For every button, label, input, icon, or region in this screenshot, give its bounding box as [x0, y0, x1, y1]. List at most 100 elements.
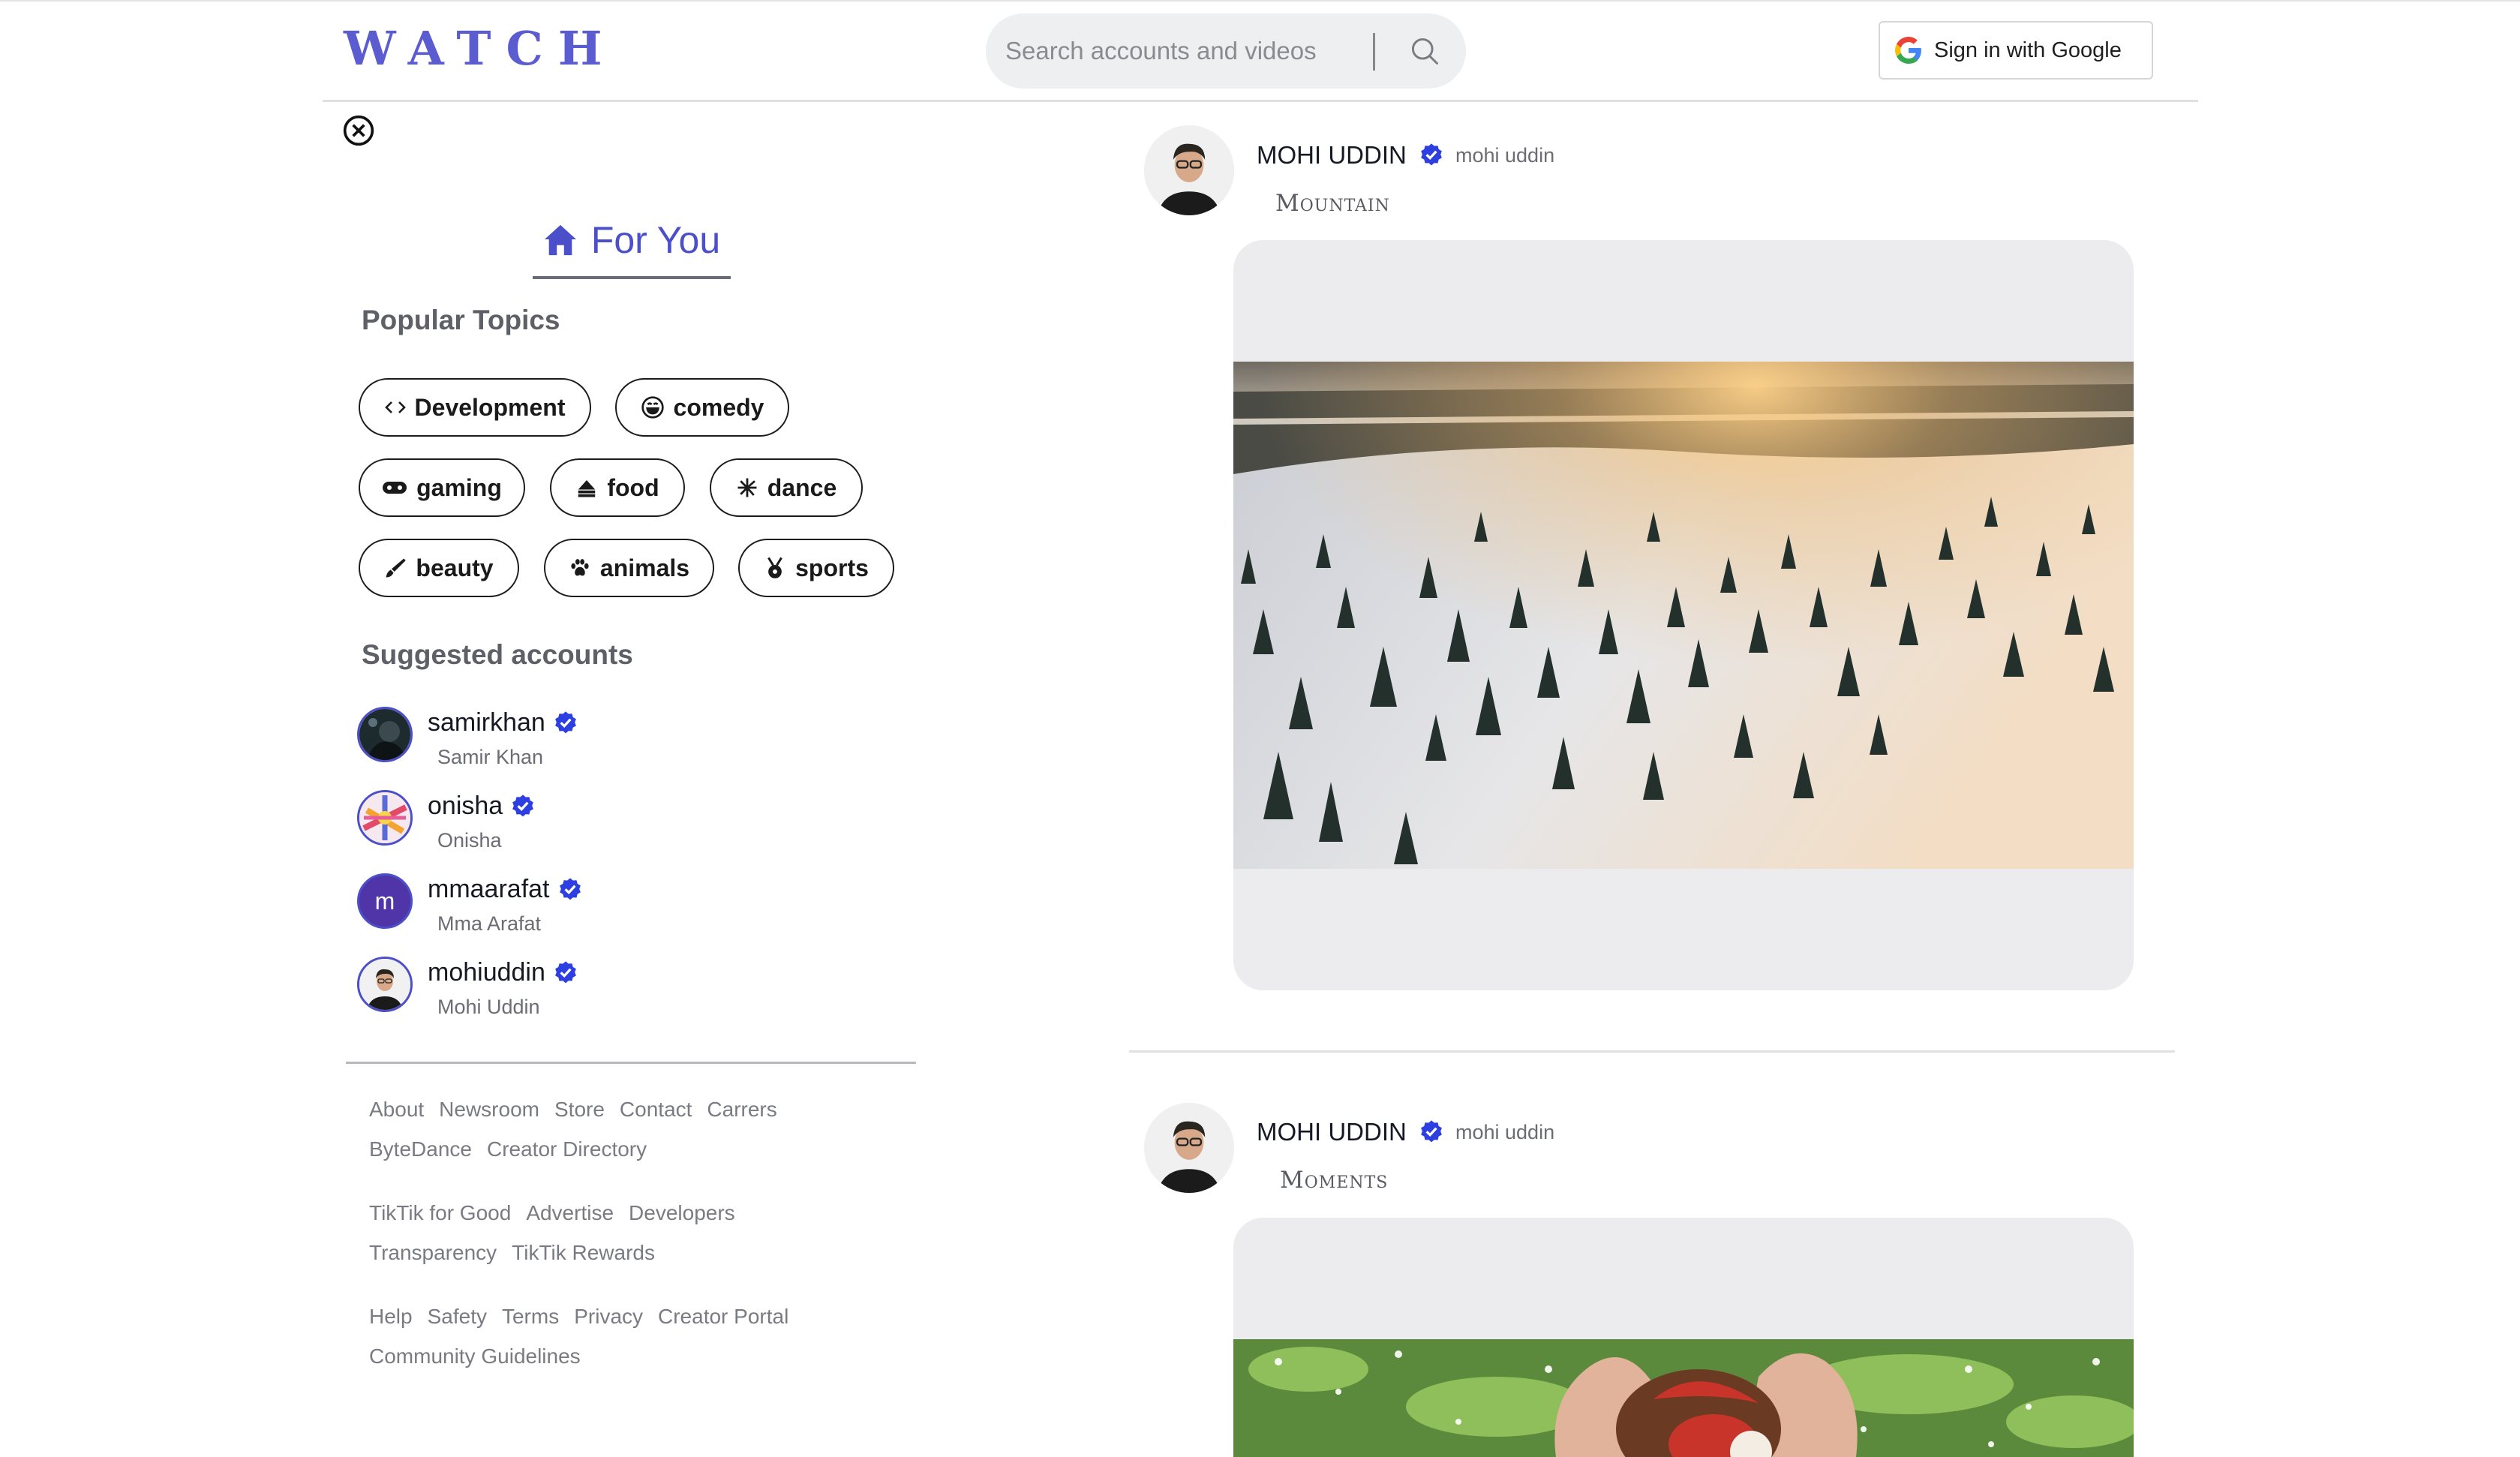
account-onisha[interactable]: onisha — [428, 792, 536, 821]
video-frame — [1233, 1339, 2134, 1457]
search-bar — [986, 14, 1466, 89]
paw-icon — [571, 559, 589, 576]
footer-links-row: TikTik for Good Advertise Developers — [369, 1201, 750, 1225]
account-samirkhan[interactable]: samirkhan — [428, 708, 578, 738]
footer-link-about[interactable]: About — [369, 1098, 424, 1121]
gamepad-icon — [383, 482, 407, 494]
footer-link-safety[interactable]: Safety — [428, 1305, 487, 1328]
footer-link-terms[interactable]: Terms — [502, 1305, 559, 1328]
verified-icon — [555, 960, 576, 983]
footer-link-advertise[interactable]: Advertise — [526, 1201, 614, 1224]
account-username: mohiuddin — [428, 958, 545, 987]
post-author-avatar[interactable] — [1144, 1103, 1234, 1193]
verified-icon — [559, 877, 581, 900]
for-you-active-indicator — [533, 276, 731, 279]
avatar-initial: m — [374, 888, 395, 915]
video-frame — [1233, 362, 2134, 869]
footer-link-newsroom[interactable]: Newsroom — [439, 1098, 539, 1121]
topic-dance[interactable]: dance — [710, 458, 863, 517]
post-divider — [1129, 1050, 2175, 1053]
footer-links-row: About Newsroom Store Contact Carrers — [369, 1098, 792, 1122]
account-mohiuddin[interactable]: mohiuddin — [428, 958, 578, 987]
footer-link-privacy[interactable]: Privacy — [574, 1305, 643, 1328]
avatar[interactable] — [357, 957, 413, 1012]
topic-label: sports — [795, 554, 869, 581]
google-signin-label: Sign in with Google — [1934, 38, 2122, 62]
search-icon — [1411, 38, 1438, 65]
code-icon — [384, 401, 406, 413]
post-author-avatar[interactable] — [1144, 125, 1234, 215]
nav-for-you[interactable]: For You — [533, 201, 731, 279]
search-button[interactable] — [1383, 14, 1466, 89]
footer-link-help[interactable]: Help — [369, 1305, 413, 1328]
topic-label: comedy — [673, 393, 764, 421]
footer-link-tiktik-for-good[interactable]: TikTik for Good — [369, 1201, 511, 1224]
footer-link-store[interactable]: Store — [554, 1098, 605, 1121]
post-author[interactable]: MOHI UDDIN — [1257, 1118, 1444, 1146]
account-display-name: Mohi Uddin — [437, 996, 540, 1018]
avatar[interactable] — [357, 707, 413, 762]
avatar[interactable]: m — [357, 873, 413, 929]
app-logo[interactable]: WATCH — [344, 21, 617, 76]
post-display-name: MOHI UDDIN — [1257, 141, 1407, 169]
account-display-name: Samir Khan — [437, 746, 544, 768]
verified-icon — [1420, 1120, 1442, 1143]
popular-topics-title: Popular Topics — [362, 305, 560, 335]
footer-link-contact[interactable]: Contact — [620, 1098, 692, 1121]
footer-link-creator-portal[interactable]: Creator Portal — [658, 1305, 788, 1328]
account-mmaarafat[interactable]: mmaarafat — [428, 875, 583, 904]
topic-development[interactable]: Development — [359, 378, 591, 437]
topic-food[interactable]: food — [550, 458, 685, 517]
google-signin-button[interactable]: Sign in with Google — [1879, 21, 2153, 80]
medal-icon — [767, 557, 782, 578]
topic-label: dance — [767, 473, 837, 501]
suggested-accounts-title: Suggested accounts — [362, 639, 633, 670]
footer-links-row: Help Safety Terms Privacy Creator Portal — [369, 1305, 803, 1329]
footer-link-tiktik-rewards[interactable]: TikTik Rewards — [512, 1241, 655, 1264]
topic-beauty[interactable]: beauty — [359, 539, 519, 597]
topic-label: beauty — [416, 554, 494, 581]
account-username: samirkhan — [428, 708, 545, 737]
post-handle: mohi uddin — [1455, 144, 1555, 167]
topic-label: gaming — [416, 473, 502, 501]
video-player[interactable] — [1233, 1218, 2134, 1457]
top-border — [0, 0, 2520, 2]
account-username: mmaarafat — [428, 875, 550, 903]
topic-sports[interactable]: sports — [738, 539, 894, 597]
footer-links-row: Transparency TikTik Rewards — [369, 1241, 670, 1265]
close-icon — [343, 115, 374, 146]
account-display-name: Onisha — [437, 829, 502, 852]
post-caption: Moments — [1280, 1167, 1389, 1194]
topic-label: Development — [414, 393, 566, 421]
post-author[interactable]: MOHI UDDIN — [1257, 141, 1444, 170]
topic-comedy[interactable]: comedy — [615, 378, 789, 437]
cake-icon — [578, 480, 596, 497]
post-caption: Mountain — [1275, 190, 1390, 217]
video-player[interactable] — [1233, 240, 2134, 990]
topic-gaming[interactable]: gaming — [359, 458, 525, 517]
home-icon — [544, 224, 576, 256]
footer-link-community-guidelines[interactable]: Community Guidelines — [369, 1344, 581, 1368]
post-handle: mohi uddin — [1455, 1121, 1555, 1143]
google-icon — [1895, 37, 1921, 64]
footer-link-transparency[interactable]: Transparency — [369, 1241, 497, 1264]
footer-link-developers[interactable]: Developers — [629, 1201, 735, 1224]
brush-icon — [386, 558, 407, 578]
post-display-name: MOHI UDDIN — [1257, 1118, 1407, 1146]
dance-icon — [737, 478, 757, 497]
verified-icon — [512, 794, 534, 816]
search-divider — [1373, 33, 1375, 71]
footer-link-creator-directory[interactable]: Creator Directory — [487, 1137, 647, 1161]
footer-link-bytedance[interactable]: ByteDance — [369, 1137, 472, 1161]
footer-links-row: Community Guidelines — [369, 1344, 596, 1368]
topic-label: food — [607, 473, 659, 501]
search-input[interactable] — [986, 14, 1368, 89]
sidebar-divider — [346, 1062, 916, 1064]
topic-animals[interactable]: animals — [544, 539, 714, 597]
for-you-label: For You — [590, 219, 721, 261]
account-username: onisha — [428, 792, 503, 820]
avatar[interactable] — [357, 790, 413, 846]
close-sidebar-button[interactable] — [342, 114, 375, 151]
header-divider — [323, 100, 2198, 102]
footer-link-carrers[interactable]: Carrers — [707, 1098, 776, 1121]
